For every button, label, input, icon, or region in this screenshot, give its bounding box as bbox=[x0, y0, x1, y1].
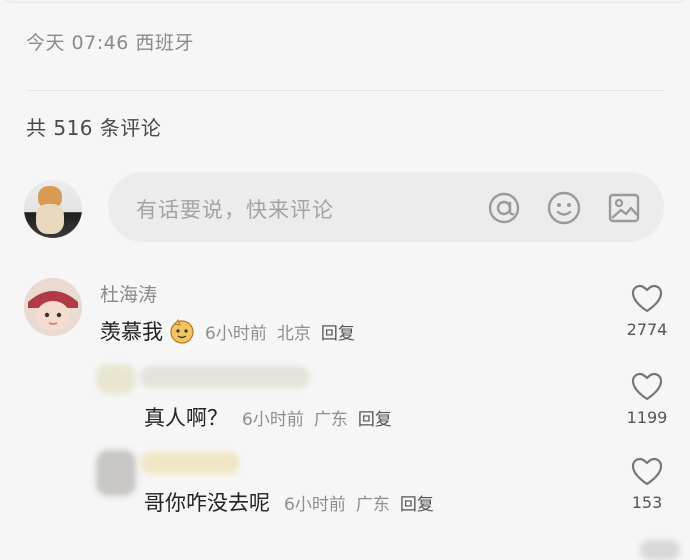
next-comment-avatar bbox=[640, 540, 680, 560]
like-button[interactable]: 153 bbox=[617, 457, 677, 512]
reply-button[interactable]: 回复 bbox=[400, 490, 434, 515]
like-count: 2774 bbox=[626, 320, 668, 339]
comment-location: 北京 bbox=[276, 323, 311, 344]
heart-icon bbox=[631, 372, 663, 401]
at-icon[interactable] bbox=[486, 190, 522, 226]
avatar[interactable] bbox=[24, 278, 82, 336]
comment-time: 6小时前 bbox=[242, 409, 304, 430]
comment-author[interactable] bbox=[140, 452, 240, 474]
comment-text: 真人啊？ bbox=[144, 406, 228, 430]
divider bbox=[26, 90, 664, 91]
comment-text: 羡慕我 bbox=[100, 320, 163, 344]
image-icon[interactable] bbox=[606, 190, 642, 226]
comment-author[interactable] bbox=[140, 366, 310, 388]
comment-author[interactable]: 杜海涛 bbox=[100, 280, 157, 307]
comment-count: 共 516 条评论 bbox=[26, 116, 162, 140]
comment-text: 哥你咋没去呢 bbox=[144, 491, 270, 515]
comment-body: 羡慕我 6小时前 北京 回复 bbox=[100, 316, 355, 346]
avatar[interactable] bbox=[96, 364, 136, 394]
like-count: 153 bbox=[631, 493, 663, 512]
comment-location: 广东 bbox=[313, 409, 348, 430]
comment-body: 真人啊？ 6小时前 广东 回复 bbox=[144, 402, 392, 432]
post-meta: 今天 07:46 西班牙 bbox=[26, 32, 194, 54]
avatar-dog-body bbox=[36, 204, 64, 234]
emoji-sticker-icon bbox=[169, 318, 195, 344]
my-avatar[interactable] bbox=[24, 180, 82, 238]
comment-time: 6小时前 bbox=[284, 494, 346, 515]
avatar[interactable] bbox=[96, 450, 136, 496]
like-button[interactable]: 2774 bbox=[617, 284, 677, 339]
heart-icon bbox=[631, 457, 663, 486]
reply-button[interactable]: 回复 bbox=[321, 319, 355, 344]
comment-location: 广东 bbox=[355, 494, 390, 515]
comment-time: 6小时前 bbox=[205, 323, 267, 344]
emoji-icon[interactable] bbox=[546, 190, 582, 226]
comment-input-placeholder: 有话要说，快来评论 bbox=[136, 198, 334, 222]
comment-input[interactable]: 有话要说，快来评论 bbox=[108, 172, 664, 242]
reply-button[interactable]: 回复 bbox=[358, 405, 392, 430]
previous-card-edge bbox=[0, 0, 690, 3]
heart-icon bbox=[631, 284, 663, 313]
like-button[interactable]: 1199 bbox=[617, 372, 677, 427]
like-count: 1199 bbox=[626, 408, 668, 427]
comment-body: 哥你咋没去呢 6小时前 广东 回复 bbox=[144, 487, 434, 517]
